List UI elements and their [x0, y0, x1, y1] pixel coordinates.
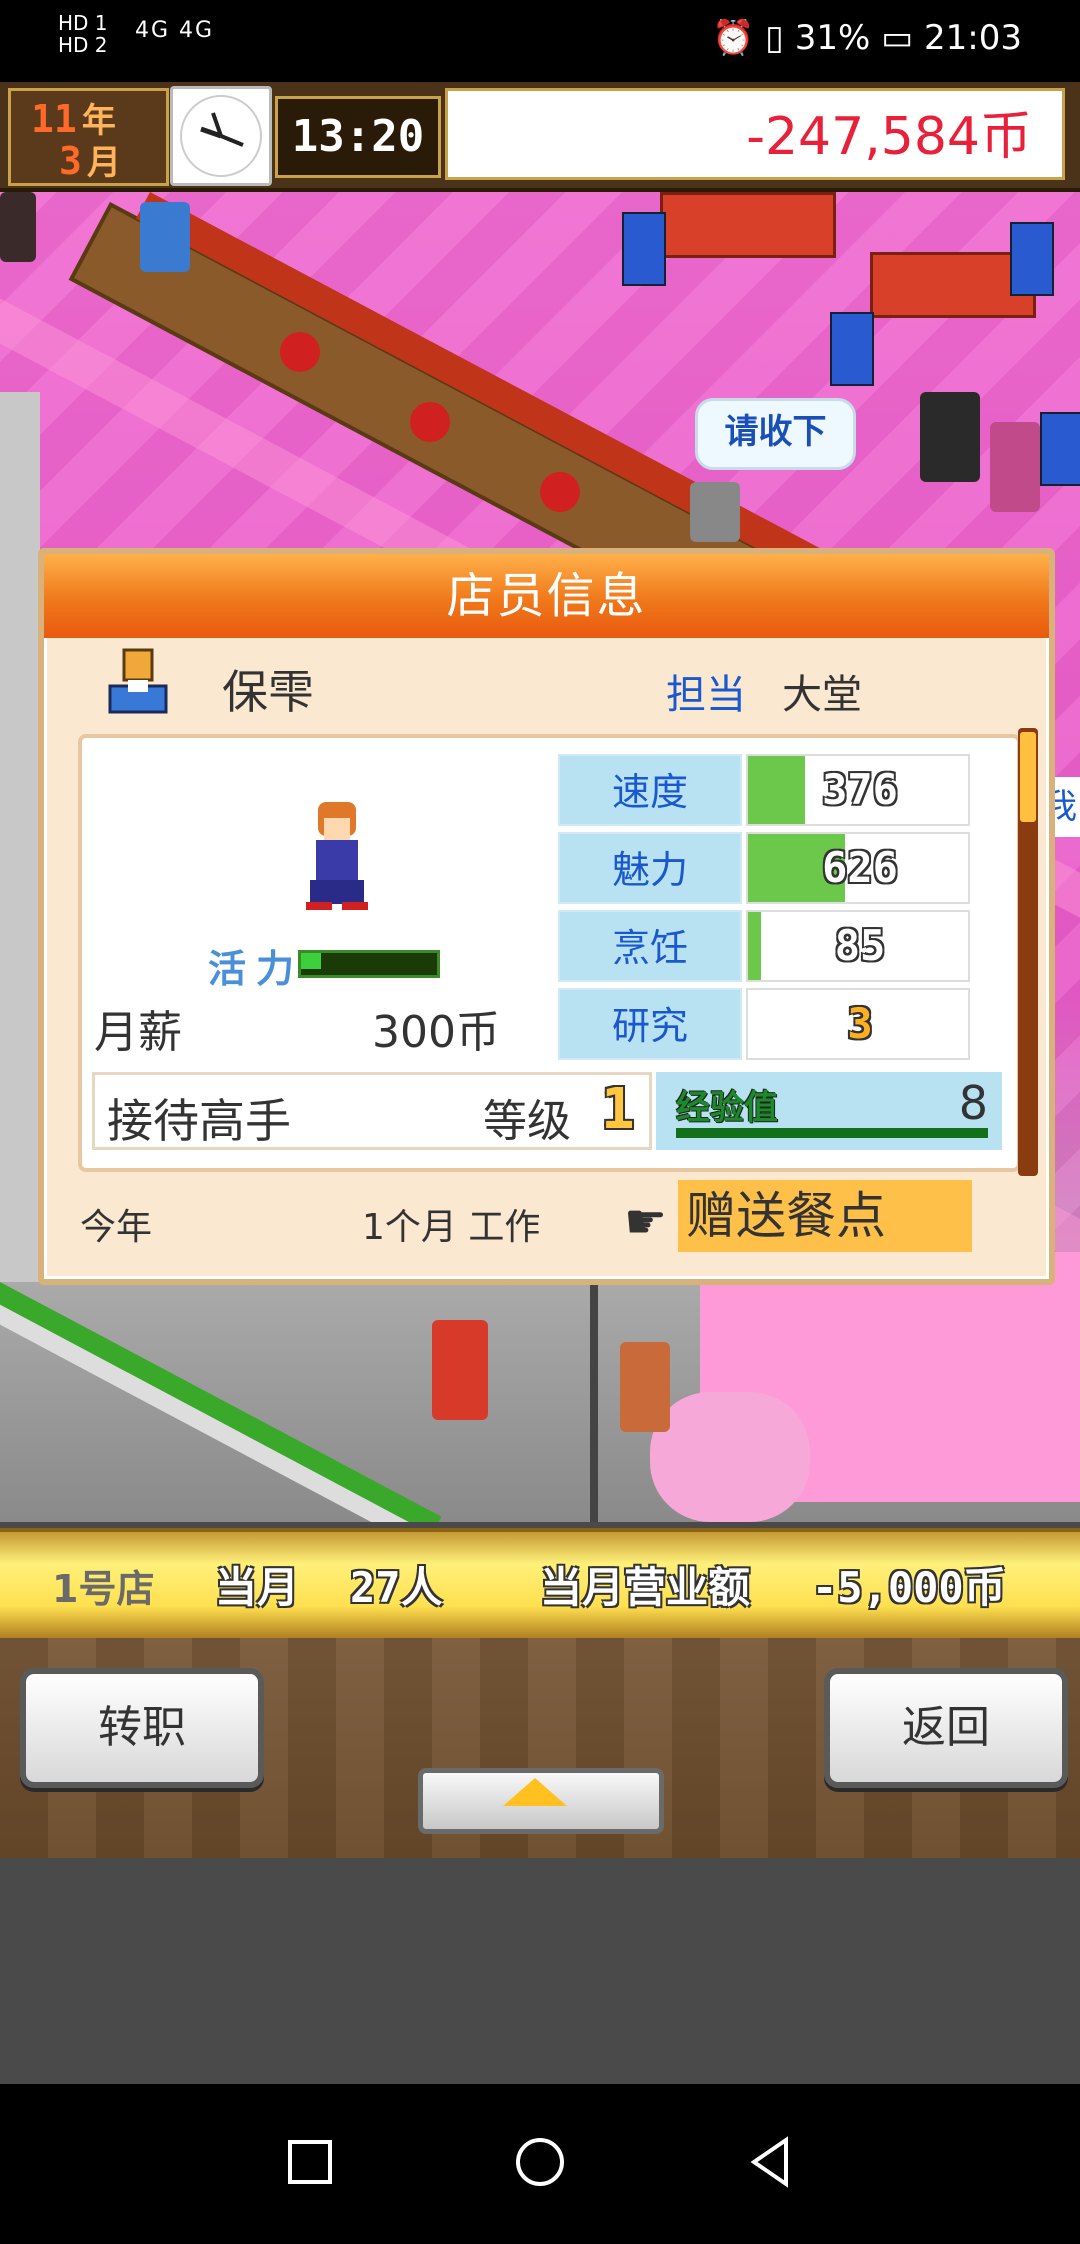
stat-value-box: 626 [746, 832, 970, 904]
transfer-job-button[interactable]: 转职 [20, 1668, 264, 1788]
street-lamp [590, 1282, 598, 1522]
stat-value: 376 [822, 765, 898, 814]
side-area [0, 392, 40, 1392]
signal-strength-icon: 4G 4G [135, 18, 215, 43]
stat-row-research: 研究 3 [558, 988, 970, 1060]
stats-table: 速度 376 魅力 626 烹饪 85 研究 3 [558, 754, 970, 1068]
skill-name: 接待高手 [107, 1094, 291, 1148]
staff-portrait [302, 798, 372, 912]
work-duration: 1个月 工作 [362, 1207, 541, 1248]
staff-badge-icon [106, 646, 170, 716]
battery-percent: 31% [794, 18, 871, 58]
role-value: 大堂 [782, 672, 862, 718]
experience-bar [676, 1128, 988, 1138]
staff-sprite [690, 482, 740, 542]
vibrate-icon: ▯ [765, 18, 784, 58]
date-display: 11 年 3 月 [8, 88, 169, 186]
stat-name: 魅力 [558, 832, 742, 904]
customer-sprite [140, 202, 190, 272]
role-label: 担当 [666, 672, 746, 718]
back-nav-icon[interactable] [740, 2132, 800, 2192]
back-button[interactable]: 返回 [824, 1668, 1068, 1788]
stat-value-box: 85 [746, 910, 970, 982]
experience-label: 经验值 [676, 1088, 778, 1128]
stat-value: 85 [834, 921, 886, 970]
month-number: 3 [59, 139, 82, 183]
game-time: 13:20 [275, 96, 441, 178]
speech-bubble: 请收下 [695, 398, 856, 470]
dining-table [660, 192, 836, 258]
stat-value: 626 [822, 843, 898, 892]
chair [1040, 412, 1080, 486]
store-label: 1号店 [52, 1567, 155, 1611]
chair [622, 212, 666, 286]
stool [540, 472, 580, 512]
bottom-controls: 转职 返回 [0, 1638, 1080, 1858]
dialog-title: 店员信息 [44, 554, 1049, 638]
customer-sprite [0, 192, 36, 262]
stat-row-charm: 魅力 626 [558, 832, 970, 904]
pointing-hand-icon: ☛ [624, 1194, 668, 1250]
stat-value: 3 [847, 999, 873, 1048]
experience-box: 经验值 8 [656, 1072, 1002, 1150]
skill-box: 接待高手 等级 1 [92, 1072, 652, 1150]
experience-value: 8 [958, 1076, 988, 1130]
salary-value: 300币 [372, 1007, 500, 1058]
revenue-value: -5,000币 [812, 1563, 1006, 1612]
store-info-bar: 1号店 当月 27人 当月营业额 -5,000币 [0, 1528, 1080, 1642]
alarm-icon: ⏰ [712, 18, 755, 58]
vitality-bar-fill [301, 953, 321, 969]
salary-label: 月薪 [94, 1007, 182, 1058]
money-balance: -247,584币 [445, 88, 1065, 180]
network-type-label: HD 1 HD 2 [58, 11, 108, 57]
home-icon[interactable] [510, 2132, 570, 2192]
skill-level-value: 1 [601, 1077, 635, 1142]
status-right: ⏰ ▯ 31% ▭ 21:03 [712, 18, 1022, 58]
year-label: 今年 [80, 1207, 153, 1248]
scrollbar-thumb[interactable] [1020, 732, 1036, 822]
stat-row-cooking: 烹饪 85 [558, 910, 970, 982]
month-unit: 月 [86, 143, 121, 183]
customer-sprite [920, 392, 980, 482]
skill-level-label: 等级 [483, 1096, 571, 1147]
stat-name: 速度 [558, 754, 742, 826]
gift-meal-button[interactable]: 赠送餐点 [678, 1180, 972, 1252]
pedestrian-sprite [432, 1320, 488, 1420]
status-bar: HD 1 HD 2 4G 4G ⏰ ▯ 31% ▭ 21:03 [0, 0, 1080, 82]
stool [410, 402, 450, 442]
stat-name: 研究 [558, 988, 742, 1060]
battery-icon: ▭ [881, 18, 914, 58]
stat-name: 烹饪 [558, 910, 742, 982]
vitality-label: 活力 [208, 947, 305, 991]
clock-icon [170, 86, 272, 186]
stat-value-box: 376 [746, 754, 970, 826]
game-top-bar: 11 年 3 月 13:20 -247,584币 [0, 82, 1080, 192]
staff-info-dialog: 店员信息 保雫 担当 大堂 活力 月薪 300币 速度 376 魅力 626 烹… [38, 548, 1055, 1285]
navigation-bar [0, 2084, 1080, 2244]
customer-sprite [990, 422, 1040, 512]
chair [830, 312, 874, 386]
month-label: 当月 [215, 1563, 300, 1612]
clock-time: 21:03 [924, 18, 1022, 58]
up-arrow-icon [503, 1778, 567, 1806]
chair [1010, 222, 1054, 296]
staff-detail-panel: 活力 月薪 300币 速度 376 魅力 626 烹饪 85 研究 3 接待高手… [78, 734, 1021, 1172]
stat-row-speed: 速度 376 [558, 754, 970, 826]
revenue-label: 当月营业额 [540, 1563, 751, 1612]
customer-count: 27人 [350, 1563, 443, 1612]
cherry-tree [650, 1392, 810, 1522]
staff-name: 保雫 [222, 665, 314, 719]
recent-apps-icon[interactable] [280, 2132, 340, 2192]
pedestrian-sprite [620, 1342, 670, 1432]
stool [280, 332, 320, 372]
stat-value-box: 3 [746, 988, 970, 1060]
